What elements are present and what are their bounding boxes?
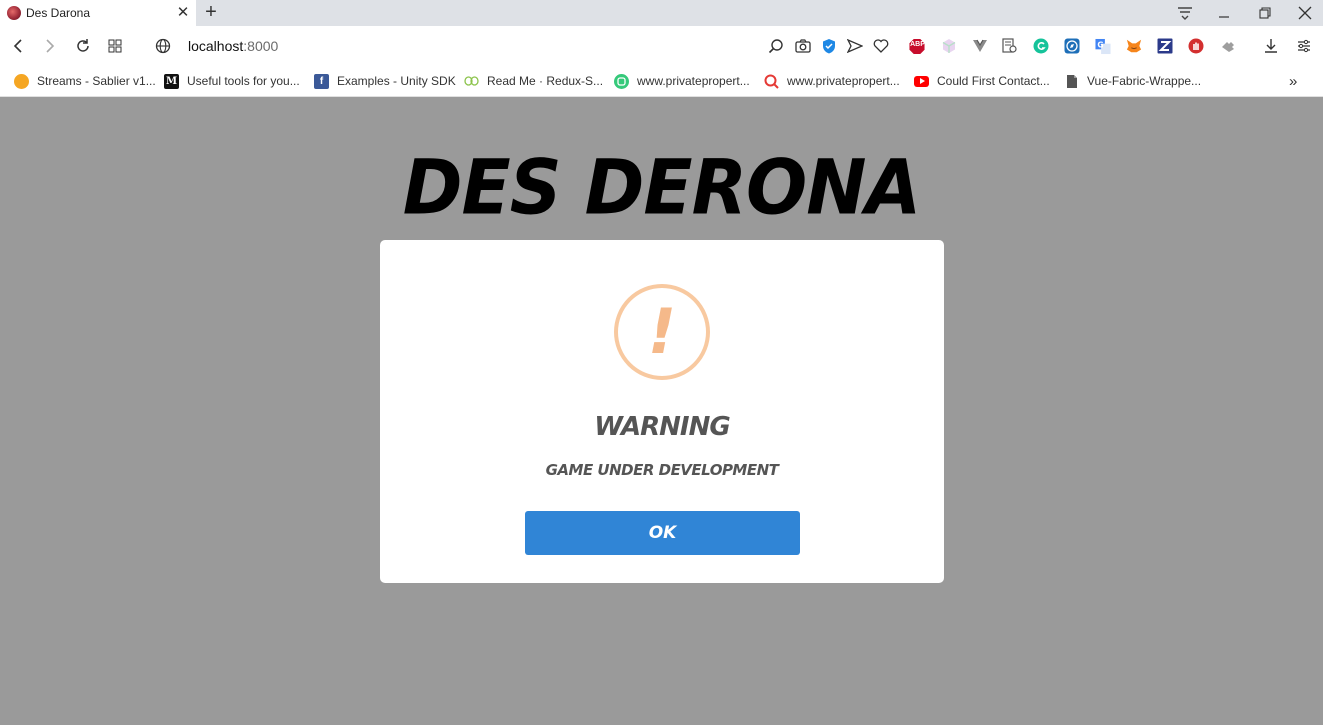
more-bookmarks-button[interactable]: » [1289,72,1297,90]
bookmark-item[interactable]: M Useful tools for you... [164,72,300,90]
grammarly-icon[interactable] [1033,38,1049,54]
bookmark-item[interactable]: Read Me · Redux-S... [464,72,603,90]
metamask-icon[interactable] [1126,38,1142,54]
redux-saga-icon [464,74,479,89]
privateproperty-icon [614,73,629,89]
vue-devtools-icon[interactable] [972,38,988,54]
zotero-icon[interactable] [1157,38,1173,54]
bookmark-label: www.privatepropert... [787,74,900,88]
site-favicon-icon [7,6,21,20]
modal-title: WARNING [594,412,730,442]
bookmark-label: Read Me · Redux-S... [487,74,604,88]
bookmark-item[interactable]: Streams - Sablier v1... [14,72,156,90]
globe-icon[interactable] [153,36,173,56]
bookmark-label: Vue-Fabric-Wrappe... [1087,74,1202,88]
puzzle-icon[interactable] [1220,38,1236,54]
bookmark-label: Streams - Sablier v1... [37,74,156,88]
cube-icon[interactable] [941,38,957,54]
facebook-icon: f [314,73,329,89]
url-port: :8000 [243,38,279,54]
tab-search-icon[interactable] [1165,0,1205,26]
svg-text:G: G [1097,40,1103,49]
tab-strip: Des Darona ✕ + [0,0,1323,26]
back-icon[interactable] [8,36,28,56]
shield-icon[interactable] [821,38,837,54]
bookmark-item[interactable]: www.privatepropert... [614,72,750,90]
bookmark-label: www.privatepropert... [637,74,750,88]
adblock-label: ABP [910,41,925,48]
medium-icon: M [164,73,179,89]
ok-button[interactable]: OK [525,511,800,555]
settings-icon[interactable] [1296,38,1312,54]
reload-icon[interactable] [73,36,93,56]
forward-icon[interactable] [40,36,60,56]
compass-icon[interactable] [1064,38,1080,54]
heart-icon[interactable] [873,38,889,54]
youtube-icon [914,75,929,87]
new-tab-button[interactable]: + [201,1,221,23]
bookmark-item[interactable]: Could First Contact... [914,72,1050,90]
modal-message: GAME UNDER DEVELOPMENT [545,461,779,479]
page-viewport: DES DERONA ! WARNING GAME UNDER DEVELOPM… [0,97,1323,725]
warning-mark: ! [647,295,677,368]
zoom-icon[interactable] [768,38,784,54]
restore-icon[interactable] [1245,0,1285,26]
stop-hand-icon[interactable] [1188,38,1204,54]
warning-modal: ! WARNING GAME UNDER DEVELOPMENT OK [380,240,944,583]
url-field[interactable]: localhost:8000 [188,38,278,54]
bookmark-label: Useful tools for you... [187,74,300,88]
window-close-icon[interactable] [1285,0,1323,26]
search-pin-icon [764,74,779,89]
bookmark-item[interactable]: f Examples - Unity SDK [314,72,456,90]
url-host: localhost [188,38,244,54]
browser-tab[interactable]: Des Darona ✕ [0,0,196,26]
tab-close-icon[interactable]: ✕ [175,4,191,22]
speed-dial-icon[interactable] [105,36,125,56]
bookmark-item[interactable]: www.privatepropert... [764,72,900,90]
bookmark-label: Examples - Unity SDK [337,74,456,88]
adblock-icon[interactable]: ABP [909,38,925,54]
file-icon [1064,74,1079,89]
game-title: DES DERONA [402,142,921,232]
page-scan-icon[interactable] [1002,38,1018,54]
bookmark-label: Could First Contact... [937,74,1050,88]
download-icon[interactable] [1263,38,1279,54]
tab-title: Des Darona [26,6,91,20]
sablier-icon [14,73,29,89]
translate-icon[interactable]: G [1095,38,1111,54]
send-icon[interactable] [847,38,863,54]
address-bar: localhost:8000 ABP G [0,26,1323,66]
bookmarks-bar: Streams - Sablier v1... M Useful tools f… [0,66,1323,97]
bookmark-item[interactable]: Vue-Fabric-Wrappe... [1064,72,1201,90]
camera-icon[interactable] [795,38,811,54]
warning-icon: ! [614,284,710,380]
minimize-icon[interactable] [1204,0,1244,26]
